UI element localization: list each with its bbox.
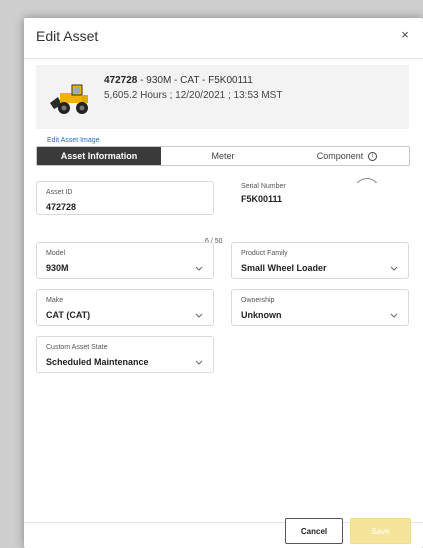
- cancel-button[interactable]: Cancel: [285, 518, 343, 544]
- chevron-down-icon: [195, 360, 203, 365]
- model-label: Model: [46, 250, 66, 257]
- model-value: 930M: [46, 263, 69, 273]
- chevron-down-icon: [390, 266, 398, 271]
- close-button[interactable]: ×: [397, 27, 413, 43]
- dialog-header: Edit Asset ×: [24, 18, 423, 58]
- tab-label: Meter: [211, 151, 235, 161]
- chevron-down-icon: [195, 313, 203, 318]
- tab-bar: Asset Information Meter Component i: [36, 146, 410, 166]
- asset-summary-title: 472728 - 930M - CAT - F5K00111: [104, 75, 253, 86]
- custom-asset-state-value: Scheduled Maintenance: [46, 357, 149, 367]
- ownership-select[interactable]: Ownership Unknown: [231, 289, 409, 326]
- serial-number-label: Serial Number: [241, 183, 286, 190]
- chevron-down-icon: [195, 266, 203, 271]
- save-button[interactable]: Save: [350, 518, 411, 544]
- ownership-value: Unknown: [241, 310, 282, 320]
- product-family-select[interactable]: Product Family Small Wheel Loader: [231, 242, 409, 279]
- asset-id-bold: 472728: [104, 75, 138, 86]
- header-divider: [24, 58, 423, 59]
- tab-component[interactable]: Component i: [285, 147, 409, 165]
- make-label: Make: [46, 297, 64, 304]
- serial-number-value: F5K00111: [241, 194, 283, 204]
- tab-asset-information[interactable]: Asset Information: [37, 147, 161, 165]
- chevron-down-icon: [390, 313, 398, 318]
- info-icon[interactable]: i: [368, 151, 378, 161]
- asset-id-field[interactable]: Asset ID 472728: [36, 181, 214, 215]
- asset-meter-line: 5,605.2 Hours ; 12/20/2021 ; 13:53 MST: [104, 90, 283, 101]
- wheel-loader-image: [50, 84, 88, 114]
- tab-label: Component: [316, 151, 364, 161]
- product-family-label: Product Family: [241, 250, 288, 257]
- ownership-label: Ownership: [241, 297, 275, 304]
- edit-asset-dialog: Edit Asset × 472728 - 930M - CAT - F5K00…: [24, 18, 423, 548]
- custom-asset-state-label: Custom Asset State: [46, 344, 108, 351]
- dialog-title: Edit Asset: [36, 28, 99, 44]
- asset-id-value: 472728: [46, 202, 77, 212]
- asset-summary-card: 472728 - 930M - CAT - F5K00111 5,605.2 H…: [36, 65, 409, 129]
- tab-meter[interactable]: Meter: [161, 147, 285, 165]
- edit-asset-image-link[interactable]: Edit Asset Image: [47, 137, 100, 144]
- asset-id-label: Asset ID: [46, 189, 73, 196]
- tab-label: Asset Information: [60, 151, 138, 161]
- close-icon: ×: [401, 27, 409, 42]
- serial-number-field: Serial Number F5K00111: [240, 183, 390, 213]
- model-select[interactable]: Model 930M: [36, 242, 214, 279]
- make-value: CAT (CAT): [46, 310, 91, 320]
- make-select[interactable]: Make CAT (CAT): [36, 289, 214, 326]
- asset-summary-rest: - 930M - CAT - F5K00111: [137, 75, 253, 86]
- product-family-value: Small Wheel Loader: [241, 263, 327, 273]
- custom-asset-state-select[interactable]: Custom Asset State Scheduled Maintenance: [36, 336, 214, 373]
